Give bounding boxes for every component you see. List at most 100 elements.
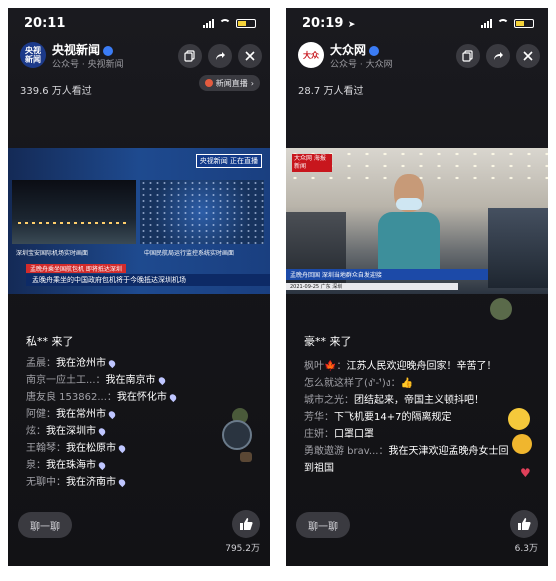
location-pin-icon [107,358,117,368]
status-time: 20:11 [24,16,66,31]
caption-right: 中国民航局运行监控系统实时画面 [144,250,235,257]
status-icons [481,19,534,28]
share-button[interactable] [486,44,510,68]
close-button[interactable] [238,44,262,68]
chat-message: 王翰琴：我在松原市 [26,440,230,457]
account-subtitle: 公众号 · 大众网 [330,60,393,70]
join-message: 私** 来了 [26,335,74,348]
status-bar: 20:11 [8,14,270,34]
location-pin-icon [168,392,178,402]
chat-username[interactable]: 芳华： [304,412,334,423]
view-count: 28.7 万人看过 [298,86,364,97]
flight-map-feed [140,180,264,244]
account-header: 央视 新闻 央视新闻 公众号 · 央视新闻 [16,38,262,72]
chat-username[interactable]: 泉： [26,460,46,471]
chevron-right-icon: › [250,78,254,88]
chat-text: 江苏人民欢迎晚舟回家！辛苦了！ [346,361,497,372]
chat-list: 枫叶🍁：江苏人民欢迎晚舟回家！辛苦了！ 怎么就这样了(ง'̀-'́)ง：👍 城市之光… [304,358,514,477]
chat-username[interactable]: 勇敢遨游 brav...： [304,446,388,457]
chat-username[interactable]: 阿健： [26,409,56,420]
flight-dots [140,180,264,244]
chat-text: 我在珠海市 [46,460,96,471]
status-icons [203,19,256,28]
status-time: 20:19 ➤ [302,16,355,31]
phone-screen-dzw: 20:19 ➤ 大众 大众网 公众号 · 大众网 28.7 万人看过 大众网 海… [286,8,548,566]
chat-username[interactable]: 怎么就这样了(ง'̀-'́)ง： [304,378,401,389]
location-pin-icon [97,426,107,436]
chat-message: 阿健：我在常州市 [26,406,230,423]
live-video[interactable]: 大众网 海报新闻 孟晚舟回国 深圳当地群众自发迎接 2021-09-25 广东 … [286,148,548,294]
live-video[interactable]: 央视新闻 正在直播 深圳宝安国际机场实时画面 中国民航局运行监控系统实时画面 孟… [8,148,270,294]
wifi-icon [219,19,231,28]
chat-username[interactable]: 庄妍： [304,429,334,440]
avatar[interactable]: 央视 新闻 [20,42,46,68]
location-arrow-icon: ➤ [347,20,356,30]
chat-text: 我在松原市 [66,443,116,454]
share-button[interactable] [208,44,232,68]
location-pin-icon [107,409,117,419]
chat-username[interactable]: 南京一应土工...： [26,375,106,386]
chat-username[interactable]: 孟晨： [26,358,56,369]
live-globe-icon [204,79,213,87]
runway-lights [18,222,130,224]
ticker-top: 孟晚舟乘坐国航包机 即将抵达深圳 [26,264,126,273]
copy-button[interactable] [178,44,202,68]
chat-message: 炫：我在深圳市 [26,423,230,440]
location-pin-icon [97,460,107,470]
chat-message: 庄妍：口罩口罩 [304,426,514,443]
status-bar: 20:19 ➤ [286,14,548,34]
account-name[interactable]: 央视新闻 [52,41,114,58]
account-subtitle: 公众号 · 央视新闻 [52,60,124,70]
crowd-right [488,208,548,288]
chat-button[interactable]: 聊一聊 [296,512,350,538]
floating-reactions: ♥ [486,298,546,498]
chat-username[interactable]: 城市之光： [304,395,354,406]
reaction-icon [508,408,530,430]
chat-button[interactable]: 聊一聊 [18,512,72,538]
ticker-top: 孟晚舟回国 深圳当地群众自发迎接 [286,269,488,280]
share-icon [216,52,225,60]
like-button[interactable] [510,510,538,538]
close-button[interactable] [516,44,540,68]
avatar[interactable]: 大众 [298,42,324,68]
live-tag-button[interactable]: 新闻直播 › [198,75,260,91]
location-pin-icon [117,443,127,453]
chat-username[interactable]: 无聊中： [26,477,66,488]
copy-button[interactable] [456,44,480,68]
ticker-bottom: 2021-09-25 广东 深圳 [286,283,458,290]
reaction-icon [222,420,252,450]
like-button[interactable] [232,510,260,538]
account-header: 大众 大众网 公众号 · 大众网 [294,38,540,72]
thumbs-up-icon [240,518,253,530]
thumbs-up-icon [518,518,531,530]
verified-icon [369,45,380,56]
account-name[interactable]: 大众网 [330,41,380,58]
chat-message: 无聊中：我在济南市 [26,474,230,491]
chat-text: 我在深圳市 [46,426,96,437]
wifi-icon [497,19,509,28]
airport-feed [12,180,136,244]
close-icon [245,51,255,61]
chat-message: 唐友良 153862...：我在怀化市 [26,389,230,406]
chat-message: 怎么就这样了(ง'̀-'́)ง：👍 [304,375,514,392]
chat-text: 我在济南市 [66,477,116,488]
reaction-icon [240,452,252,462]
chat-message: 泉：我在珠海市 [26,457,230,474]
join-message: 豪** 来了 [304,335,352,348]
chat-text: 口罩口罩 [334,429,374,440]
chat-username[interactable]: 炫： [26,426,46,437]
copy-icon [462,50,473,62]
chat-username[interactable]: 枫叶🍁： [304,361,346,372]
chat-text: 👍 [400,378,414,389]
floating-reactions [222,408,262,478]
phone-screen-cctv: 20:11 央视 新闻 央视新闻 公众号 · 央视新闻 339.6 万人看过 新… [8,8,270,566]
chat-username[interactable]: 王翰琴： [26,443,66,454]
account-name-text: 大众网 [330,43,367,57]
chat-message: 城市之光：团结起来，帝国主义顿抖吧！ [304,392,514,409]
reaction-icon [512,434,532,454]
chat-text: 我在沧州市 [56,358,106,369]
copy-icon [184,50,195,62]
chat-username[interactable]: 唐友良 153862...： [26,392,117,403]
status-time-text: 20:19 [302,16,344,31]
ticker-bottom: 孟晚舟乘坐的中国政府包机将于今晚抵达深圳机场 [26,274,270,286]
